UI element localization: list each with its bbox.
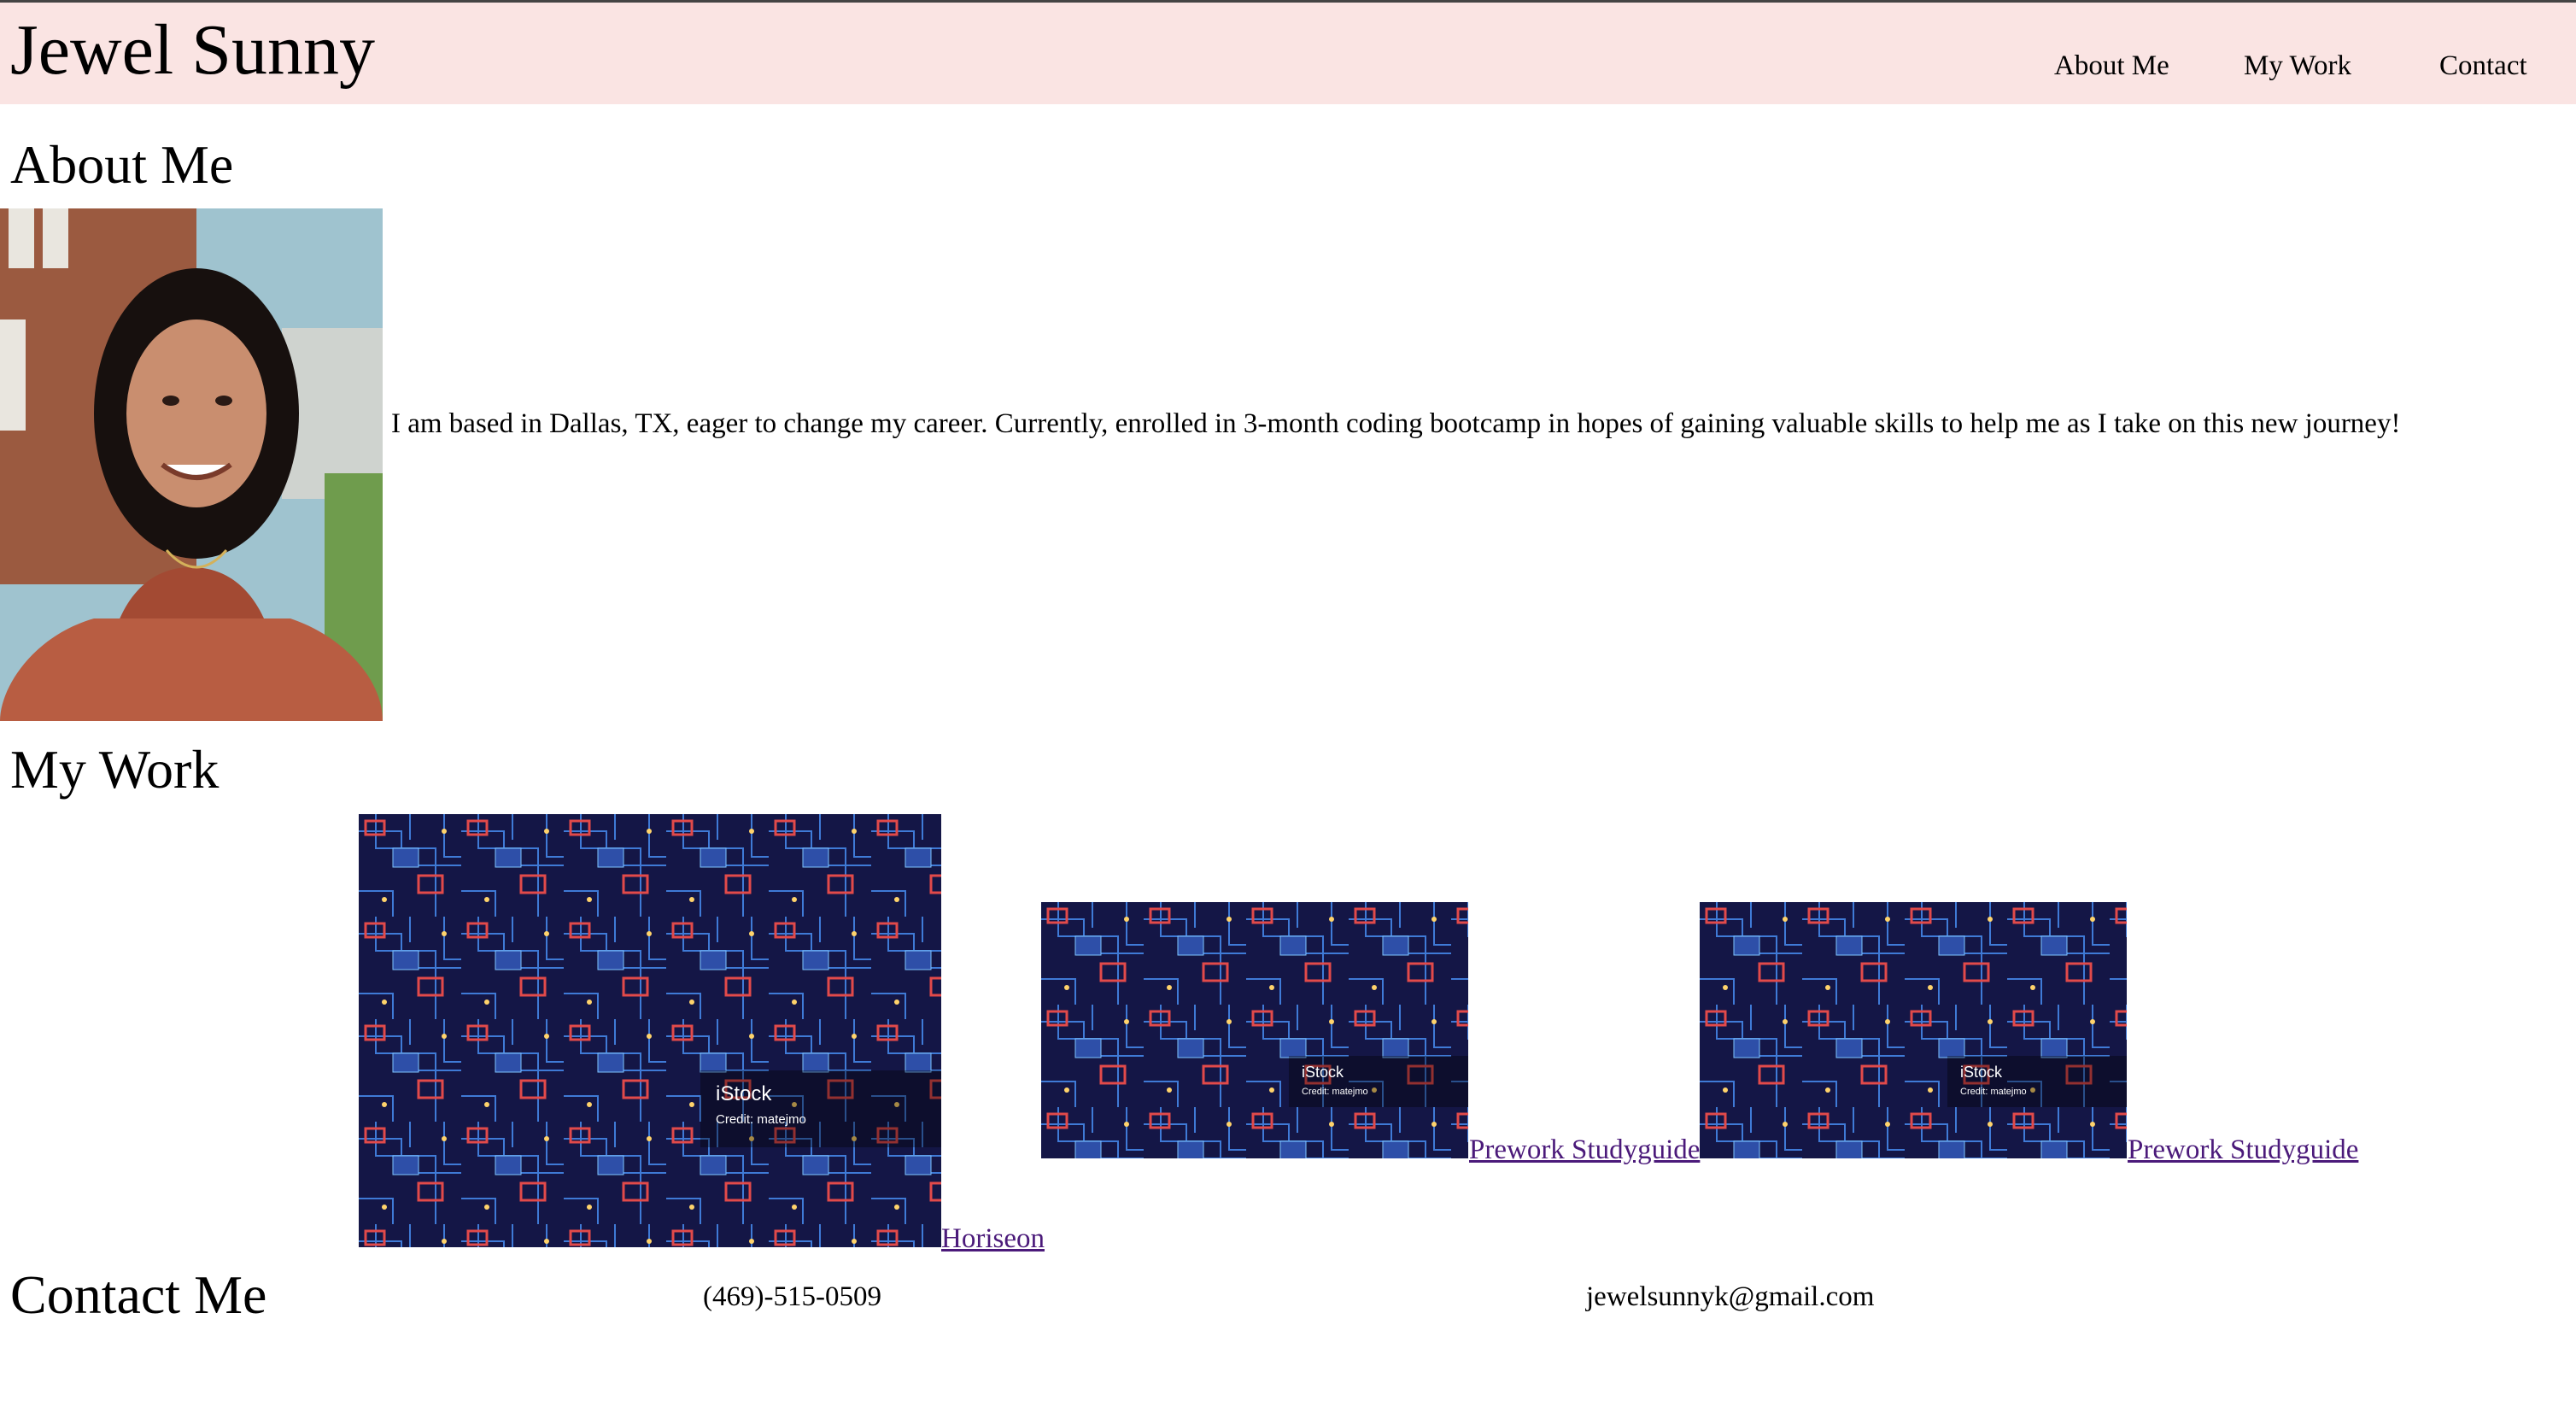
istock-credit: Credit: matejmo [1302,1087,1368,1097]
work-thumbnail-horiseon[interactable]: iStock Credit: matejmo [359,814,941,1247]
contact-email: jewelsunnyk@gmail.com [1586,1281,1875,1312]
site-title: Jewel Sunny [10,10,375,90]
profile-photo [0,208,383,721]
nav-link-contact[interactable]: Contact [2439,45,2527,86]
istock-watermark: iStock [1960,1064,2003,1081]
my-work-heading: My Work [10,739,220,800]
about-me-heading: About Me [10,134,234,195]
contact-phone: (469)-515-0509 [703,1281,881,1312]
work-link-prework-2[interactable]: Prework Studyguide [2128,1132,2358,1168]
work-thumbnail-prework-2[interactable]: iStock Credit: matejmo [1700,902,2127,1158]
work-thumbnail-prework-1[interactable]: iStock Credit: matejmo [1041,902,1468,1158]
work-link-prework-1[interactable]: Prework Studyguide [1469,1132,1700,1168]
istock-watermark: iStock [1302,1064,1344,1081]
site-header: Jewel Sunny About Me My Work Contact [0,0,2576,104]
nav-link-about-me[interactable]: About Me [2054,45,2169,86]
istock-credit: Credit: matejmo [716,1112,806,1127]
about-me-text: I am based in Dallas, TX, eager to chang… [391,408,2401,439]
work-link-horiseon[interactable]: Horiseon [941,1221,1045,1257]
nav-link-my-work[interactable]: My Work [2244,45,2351,86]
contact-me-heading: Contact Me [10,1264,267,1325]
istock-credit: Credit: matejmo [1960,1087,2027,1097]
istock-watermark: iStock [716,1082,772,1105]
